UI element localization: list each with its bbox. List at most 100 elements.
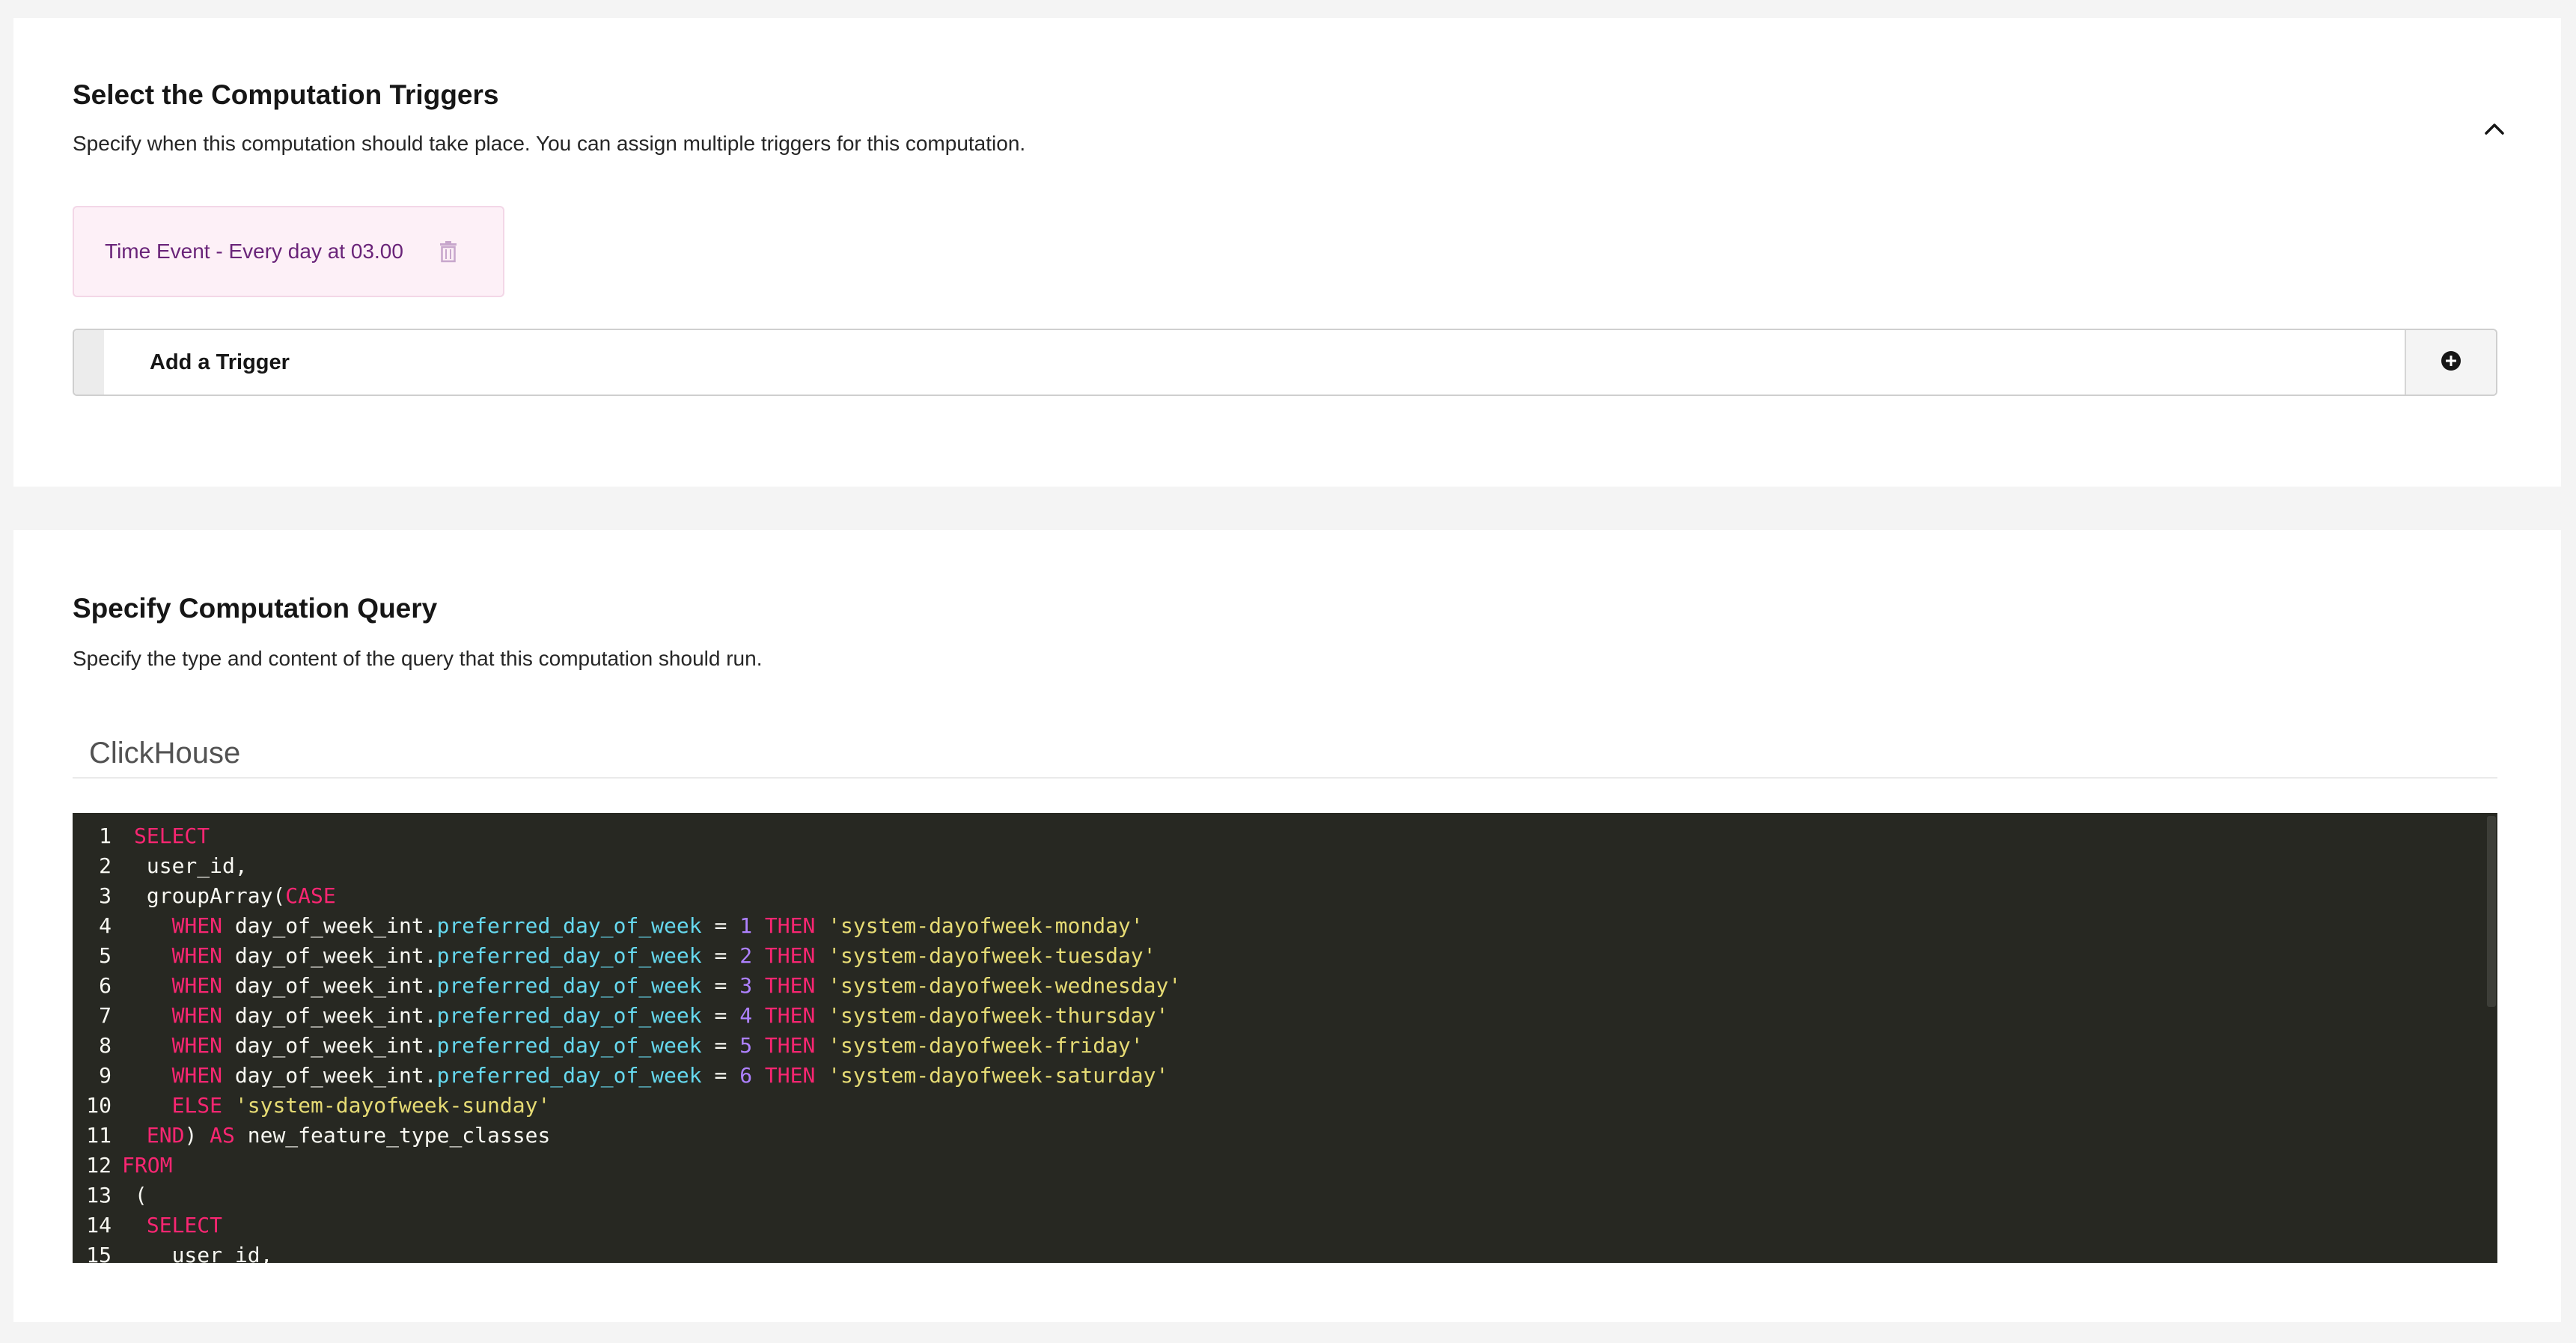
code-text: WHEN day_of_week_int.preferred_day_of_we… xyxy=(134,1061,1169,1091)
line-number: 1 xyxy=(99,823,112,848)
code-text: ELSE 'system-dayofweek-sunday' xyxy=(134,1091,551,1121)
collapse-section-button[interactable] xyxy=(2473,109,2515,151)
code-line: 1 SELECT xyxy=(73,821,2497,851)
code-token: 2 xyxy=(739,943,753,968)
code-text: WHEN day_of_week_int.preferred_day_of_we… xyxy=(134,911,1144,941)
code-token: 'system-dayofweek-thursday' xyxy=(828,1003,1169,1028)
code-token: = xyxy=(701,913,740,938)
code-token: day_of_week_int. xyxy=(222,943,437,968)
code-token: THEN xyxy=(764,943,816,968)
triggers-section-title: Select the Computation Triggers xyxy=(73,79,499,110)
line-number: 8 xyxy=(99,1033,112,1058)
code-token: 5 xyxy=(739,1033,753,1058)
code-text: WHEN day_of_week_int.preferred_day_of_we… xyxy=(134,941,1156,971)
code-token: 6 xyxy=(739,1063,753,1088)
code-text: groupArray(CASE xyxy=(134,881,336,911)
query-type-label: ClickHouse xyxy=(89,737,241,770)
triggers-section-description: Specify when this computation should tak… xyxy=(73,132,1026,155)
code-token: day_of_week_int. xyxy=(222,1063,437,1088)
code-token: preferred_day_of_week xyxy=(436,913,702,938)
code-line: 8 WHEN day_of_week_int.preferred_day_of_… xyxy=(73,1031,2497,1061)
code-text: user_id, xyxy=(134,851,248,881)
triggers-panel: Select the Computation Triggers Specify … xyxy=(13,18,2561,487)
code-token: END xyxy=(146,1123,185,1148)
query-panel: Specify Computation Query Specify the ty… xyxy=(13,530,2561,1322)
code-line: 11 END) AS new_feature_type_classes xyxy=(73,1121,2497,1151)
code-token: 'system-dayofweek-tuesday' xyxy=(828,943,1156,968)
code-token: 'system-dayofweek-monday' xyxy=(828,913,1144,938)
delete-trigger-button[interactable] xyxy=(435,238,462,268)
add-trigger-label: Add a Trigger xyxy=(150,350,290,374)
chevron-up-icon xyxy=(2483,121,2506,140)
code-token: 'system-dayofweek-friday' xyxy=(828,1033,1144,1058)
code-text: WHEN day_of_week_int.preferred_day_of_we… xyxy=(134,971,1182,1001)
code-token: user_id, xyxy=(134,1243,273,1263)
code-token: preferred_day_of_week xyxy=(436,943,702,968)
code-token: THEN xyxy=(764,973,816,998)
code-token: THEN xyxy=(764,1063,816,1088)
add-trigger-button[interactable] xyxy=(2405,330,2496,395)
line-number: 6 xyxy=(99,973,112,998)
code-token: = xyxy=(701,1033,740,1058)
code-token: ) xyxy=(184,1123,210,1148)
code-token: day_of_week_int. xyxy=(222,1003,437,1028)
code-token: THEN xyxy=(764,1033,816,1058)
code-text: WHEN day_of_week_int.preferred_day_of_we… xyxy=(134,1031,1144,1061)
query-section-title: Specify Computation Query xyxy=(73,593,438,624)
plus-circle-icon xyxy=(2440,350,2462,376)
code-token: WHEN xyxy=(171,1033,223,1058)
code-text: user_id, xyxy=(134,1240,273,1263)
code-token: user_id, xyxy=(134,853,248,878)
line-number: 12 xyxy=(86,1153,112,1178)
code-text: SELECT xyxy=(134,821,210,851)
code-editor[interactable]: 1 SELECT 2 user_id, 3 groupArray(CASE 4 WHEN… xyxy=(73,813,2497,1263)
line-number: 15 xyxy=(86,1243,112,1263)
code-token: ELSE xyxy=(171,1093,223,1118)
code-token: preferred_day_of_week xyxy=(436,1063,702,1088)
code-line: 7 WHEN day_of_week_int.preferred_day_of_… xyxy=(73,1001,2497,1031)
code-token: 3 xyxy=(739,973,753,998)
code-line: 13 ( xyxy=(73,1181,2497,1210)
code-text: FROM xyxy=(122,1151,172,1181)
add-trigger-field[interactable]: Add a Trigger xyxy=(73,329,2497,396)
code-token: 4 xyxy=(739,1003,753,1028)
code-token: SELECT xyxy=(134,823,210,848)
code-token: day_of_week_int. xyxy=(222,973,437,998)
code-token: 'system-dayofweek-saturday' xyxy=(828,1063,1169,1088)
editor-scrollbar[interactable] xyxy=(2487,816,2496,1007)
code-token: WHEN xyxy=(171,943,223,968)
query-type-tab[interactable]: ClickHouse xyxy=(73,734,2497,779)
code-token: = xyxy=(701,973,740,998)
code-token: WHEN xyxy=(171,1003,223,1028)
line-number: 4 xyxy=(99,913,112,938)
line-number: 11 xyxy=(86,1123,112,1148)
code-token: 'system-dayofweek-wednesday' xyxy=(828,973,1182,998)
trash-icon xyxy=(439,240,458,267)
code-token: new_feature_type_classes xyxy=(234,1123,551,1148)
code-token: FROM xyxy=(122,1153,173,1178)
code-line: 12 FROM xyxy=(73,1151,2497,1181)
code-token: 1 xyxy=(739,913,753,938)
add-trigger-strip xyxy=(74,330,104,395)
code-token: SELECT xyxy=(146,1213,223,1237)
code-token: preferred_day_of_week xyxy=(436,973,702,998)
code-token: = xyxy=(701,1003,740,1028)
trigger-label: Time Event - Every day at 03.00 xyxy=(105,240,403,263)
code-line: 9 WHEN day_of_week_int.preferred_day_of_… xyxy=(73,1061,2497,1091)
